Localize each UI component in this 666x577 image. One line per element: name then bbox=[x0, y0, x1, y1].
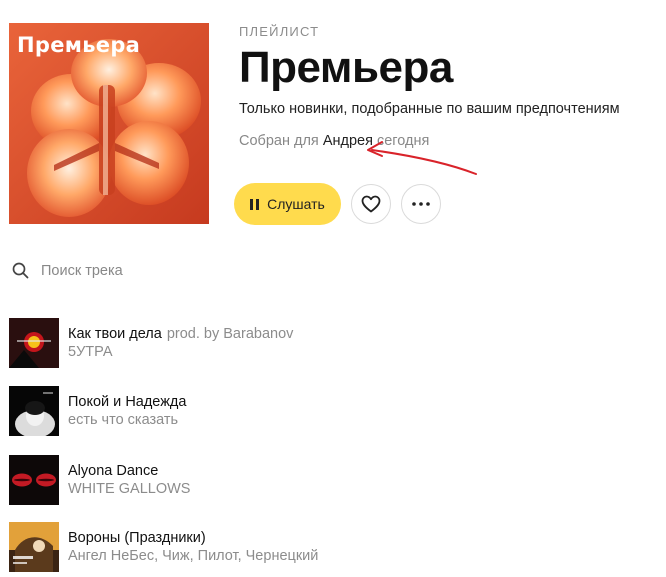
track-title[interactable]: Покой и Надежда bbox=[68, 394, 186, 410]
track-row[interactable]: Вороны (Праздники) Ангел НеБес, Чиж, Пил… bbox=[9, 522, 409, 572]
playlist-cover: Премьера bbox=[9, 23, 209, 224]
playlist-kind: ПЛЕЙЛИСТ bbox=[239, 24, 320, 39]
track-search[interactable]: Поиск трека bbox=[12, 262, 123, 279]
track-info: Покой и Надежда есть что сказать bbox=[68, 394, 186, 429]
annotation-arrow bbox=[367, 141, 477, 175]
cover-title: Премьера bbox=[17, 33, 141, 57]
play-button-label: Слушать bbox=[267, 196, 325, 212]
more-button[interactable] bbox=[401, 184, 441, 224]
playlist-actions: Слушать bbox=[234, 183, 441, 225]
search-icon bbox=[12, 262, 29, 279]
play-button[interactable]: Слушать bbox=[234, 183, 341, 225]
like-button[interactable] bbox=[351, 184, 391, 224]
track-cover bbox=[9, 318, 59, 368]
heart-icon bbox=[361, 195, 381, 213]
pause-icon bbox=[250, 198, 260, 210]
more-icon bbox=[412, 202, 430, 206]
track-artist[interactable]: есть что сказать bbox=[68, 412, 186, 429]
track-version: prod. by Barabanov bbox=[166, 326, 294, 342]
track-artist[interactable]: Ангел НеБес, Чиж, Пилот, Чернецкий bbox=[68, 548, 318, 565]
playlist-header: ПЛЕЙЛИСТ Премьера Только новинки, подобр… bbox=[239, 24, 659, 149]
track-row[interactable]: Как твои дела prod. by Barabanov 5УТРА bbox=[9, 318, 409, 368]
track-info: Вороны (Праздники) Ангел НеБес, Чиж, Пил… bbox=[68, 530, 318, 565]
track-cover bbox=[9, 455, 59, 505]
track-title[interactable]: Вороны (Праздники) bbox=[68, 530, 206, 546]
track-title[interactable]: Alyona Dance bbox=[68, 463, 158, 479]
track-info: Alyona Dance WHITE GALLOWS bbox=[68, 463, 190, 498]
track-title[interactable]: Как твои дела bbox=[68, 326, 162, 342]
track-cover bbox=[9, 386, 59, 436]
track-info: Как твои дела prod. by Barabanov 5УТРА bbox=[68, 326, 293, 361]
track-row[interactable]: Покой и Надежда есть что сказать bbox=[9, 386, 409, 436]
search-input[interactable]: Поиск трека bbox=[41, 263, 123, 279]
built-prefix: Собран для bbox=[239, 133, 319, 149]
track-row[interactable]: Alyona Dance WHITE GALLOWS bbox=[9, 455, 409, 505]
track-artist[interactable]: 5УТРА bbox=[68, 344, 293, 361]
track-artist[interactable]: WHITE GALLOWS bbox=[68, 481, 190, 498]
page-title: Премьера bbox=[239, 43, 453, 92]
track-cover bbox=[9, 522, 59, 572]
playlist-description: Только новинки, подобранные по вашим пре… bbox=[239, 101, 620, 117]
